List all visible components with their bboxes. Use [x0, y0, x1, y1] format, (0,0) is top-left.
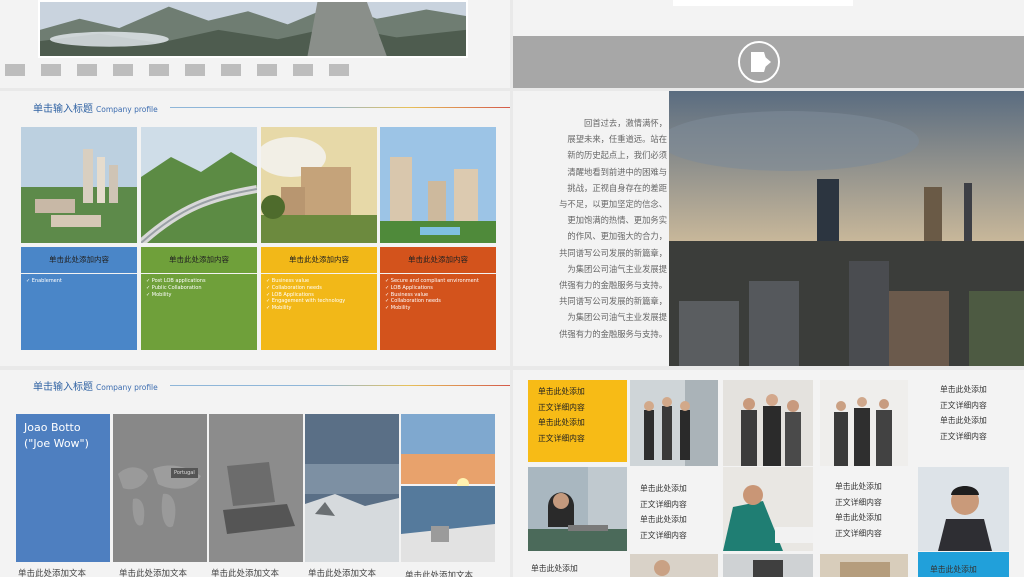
slide-thumbnail[interactable]: [77, 64, 97, 76]
title-divider: [170, 107, 510, 108]
yellow-text-box: 单击此处添加 正文详细内容 单击此处添加 正文详细内容: [528, 380, 627, 462]
card-body-list: ✓ Enablement: [21, 274, 137, 350]
world-map-photo: Portugal: [113, 414, 207, 562]
top-photo-edge: [673, 0, 853, 6]
laptop-photo: [209, 414, 303, 562]
card-photo-buildings: [21, 127, 137, 243]
person-nickname: ("Joe Wow"): [24, 437, 89, 450]
slide-thumbnail[interactable]: [149, 64, 169, 76]
card-photo-apartments: [261, 127, 377, 243]
play-icon[interactable]: [737, 40, 781, 84]
card-photo-towers: [380, 127, 496, 243]
slide-thumbnail[interactable]: [329, 64, 349, 76]
slide-thumbnail[interactable]: [113, 64, 133, 76]
photo-caption: 单击此处添加文本: [405, 571, 474, 577]
team-photo-group: [630, 380, 718, 466]
profile-name-card: Joao Botto ("Joe Wow"): [16, 414, 110, 562]
card-photo-highway: [141, 127, 257, 243]
slide-thumbnail[interactable]: [5, 64, 25, 76]
section-title: 单击输入标题 Company profile: [33, 382, 158, 393]
slide-thumbnail[interactable]: [41, 64, 61, 76]
team-photo-office: [820, 380, 908, 466]
map-tag: Portugal: [171, 468, 198, 478]
team-photo-writing-man: [723, 467, 813, 551]
card-label[interactable]: 单击此处添加内容: [261, 247, 377, 273]
list-item: ✓ Secure and compliant environment: [385, 278, 479, 284]
slide-top-left: [0, 0, 510, 88]
bottom-text-left: 单击此处添加: [531, 564, 578, 573]
slide-thumbnail[interactable]: [185, 64, 205, 76]
list-item: ✓ Mobility: [146, 291, 172, 298]
team-photo-smiling-man: [918, 467, 1009, 551]
bottom-text-right: 单击此处添加: [930, 565, 977, 574]
team-photo-bottom-2: [723, 554, 813, 577]
photo-caption: 单击此处添加文本: [119, 569, 188, 577]
slide-products: 单击输入标题 Company profile 单击此处添加内容 ✓ Enablem…: [0, 91, 510, 366]
sunset-sea-photo: [401, 414, 495, 562]
section-title: 单击输入标题 Company profile: [33, 104, 158, 115]
title-divider: [170, 385, 510, 386]
card-body-list: ✓ Business value ✓ Collaboration needs ✓…: [261, 274, 377, 350]
slide-city: 回首过去，激情满怀， 展望未来，任重道远。站在 新的历史起点上，我们必须 清醒地…: [513, 91, 1024, 366]
city-skyline-photo: [669, 91, 1024, 366]
photo-caption: 单击此处添加文本: [211, 569, 280, 577]
slide-team: 单击此处添加 正文详细内容 单击此处添加 正文详细内容 单击此处添加 正文详细内…: [513, 370, 1024, 577]
list-item: ✓ LOB Applications: [266, 291, 314, 298]
photo-caption: 单击此处添加文本: [308, 569, 377, 577]
text-block: 单击此处添加 正文详细内容 单击此处添加 正文详细内容: [940, 385, 987, 441]
card-body-list: ✓ Post LOB applications ✓ Public Collabo…: [141, 274, 257, 350]
list-item: ✓ Business value: [385, 291, 429, 298]
slide-thumbnail[interactable]: [293, 64, 313, 76]
mountain-photo: [38, 0, 468, 58]
list-item: ✓ LOB Applications: [385, 284, 433, 291]
list-item: ✓ Engagement with technology: [266, 298, 346, 305]
team-photo-laptop-woman: [528, 467, 627, 551]
slide-top-right: [513, 0, 1024, 88]
text-block: 单击此处添加 正文详细内容 单击此处添加 正文详细内容: [835, 482, 882, 538]
list-item: ✓ Mobility: [266, 305, 292, 312]
snowy-landscape-photo: [305, 414, 399, 562]
list-item: ✓ Collaboration needs: [385, 298, 441, 305]
paragraph-text: 回首过去，激情满怀， 展望未来，任重道远。站在 新的历史起点上，我们必须 清醒地…: [559, 118, 667, 339]
team-photo-bottom-1: [630, 554, 718, 577]
team-photo-meeting: [723, 380, 813, 466]
slide-thumbnail[interactable]: [257, 64, 277, 76]
card-label[interactable]: 单击此处添加内容: [380, 247, 496, 273]
list-item: ✓ Mobility: [385, 305, 411, 312]
slide-thumbnail[interactable]: [221, 64, 241, 76]
card-label[interactable]: 单击此处添加内容: [21, 247, 137, 273]
list-item: ✓ Collaboration needs: [266, 284, 322, 291]
list-item: ✓ Post LOB applications: [146, 278, 206, 284]
list-item: ✓ Enablement: [26, 278, 62, 284]
list-item: ✓ Business value: [266, 278, 310, 284]
card-label[interactable]: 单击此处添加内容: [141, 247, 257, 273]
slide-profile: 单击输入标题 Company profile Joao Botto ("Joe W…: [0, 370, 510, 577]
team-photo-bottom-3: [820, 554, 908, 577]
card-body-list: ✓ Secure and compliant environment ✓ LOB…: [380, 274, 496, 350]
text-block: 单击此处添加 正文详细内容 单击此处添加 正文详细内容: [640, 484, 687, 540]
list-item: ✓ Public Collaboration: [146, 284, 202, 291]
thumbnail-strip: [5, 64, 365, 78]
person-name: Joao Botto: [24, 421, 81, 434]
photo-caption: 单击此处添加文本: [18, 569, 87, 577]
